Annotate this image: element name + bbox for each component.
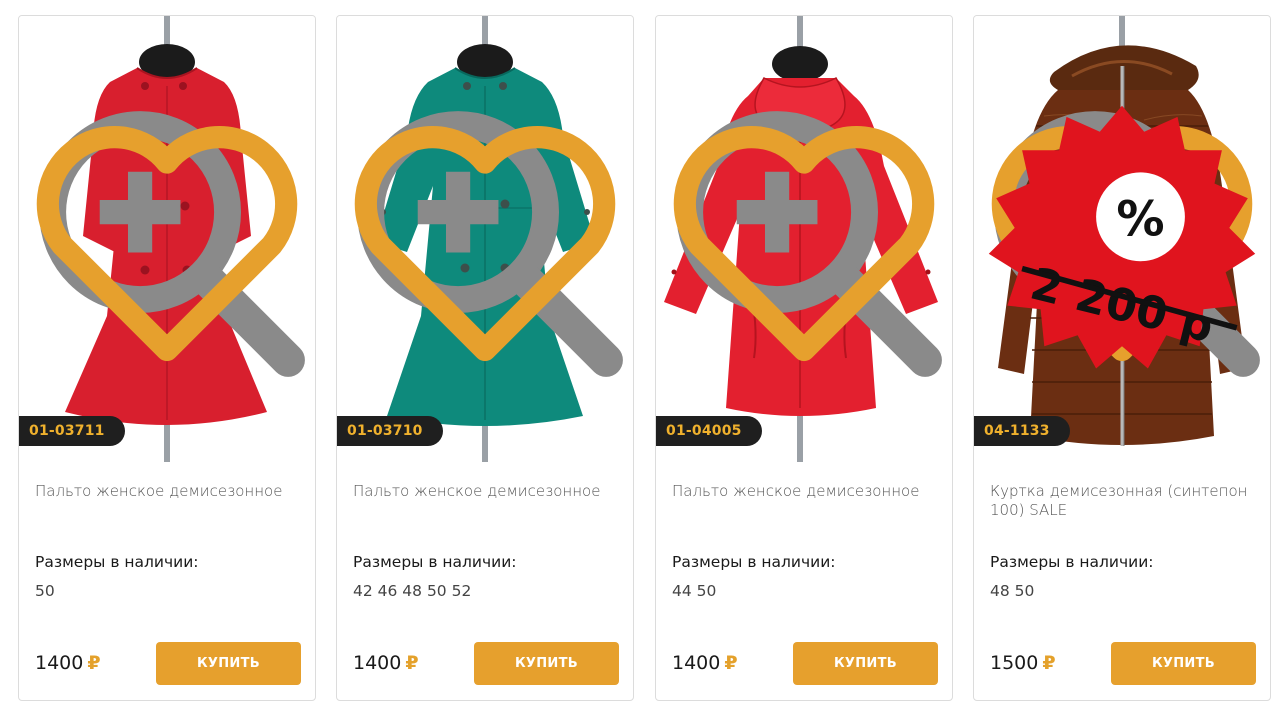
sizes-value: 50	[35, 582, 55, 600]
sku-badge: 01-03711	[19, 416, 125, 446]
heart-icon[interactable]	[19, 16, 315, 462]
price-value: 1500	[990, 652, 1039, 674]
sizes-value: 48 50	[990, 582, 1035, 600]
buy-button[interactable]: КУПИТЬ	[156, 642, 301, 685]
sku-badge: 01-04005	[656, 416, 762, 446]
currency-icon: ₽	[1042, 652, 1056, 674]
price-value: 1400	[35, 652, 84, 674]
price-value: 1400	[353, 652, 402, 674]
product-image[interactable]: 01-03710	[337, 16, 633, 462]
buy-button[interactable]: КУПИТЬ	[793, 642, 938, 685]
sku-badge: 04-1133	[974, 416, 1070, 446]
product-card: % 2 200 р 04-1133 Куртка демисезонная (с…	[973, 15, 1271, 701]
product-title[interactable]: Пальто женское демисезонное	[672, 482, 942, 501]
buy-button[interactable]: КУПИТЬ	[474, 642, 619, 685]
price: 1400 ₽	[353, 652, 419, 674]
heart-icon[interactable]	[337, 16, 633, 462]
product-image[interactable]: % 2 200 р 04-1133	[974, 16, 1270, 462]
product-card: 01-04005 Пальто женское демисезонное Раз…	[655, 15, 953, 701]
product-image[interactable]: 01-04005	[656, 16, 952, 462]
product-image[interactable]: 01-03711	[19, 16, 315, 462]
sizes-label: Размеры в наличии:	[990, 553, 1154, 571]
price: 1400 ₽	[672, 652, 738, 674]
product-card: 01-03711 Пальто женское демисезонное Раз…	[18, 15, 316, 701]
percent-icon: %	[1116, 191, 1164, 247]
currency-icon: ₽	[87, 652, 101, 674]
currency-icon: ₽	[724, 652, 738, 674]
buy-button[interactable]: КУПИТЬ	[1111, 642, 1256, 685]
sale-badge: % 2 200 р	[988, 105, 1256, 369]
heart-icon[interactable]	[656, 16, 952, 462]
product-title[interactable]: Куртка демисезонная (синтепон 100) SALE	[990, 482, 1260, 520]
sizes-value: 44 50	[672, 582, 717, 600]
price: 1400 ₽	[35, 652, 101, 674]
sku-badge: 01-03710	[337, 416, 443, 446]
product-title[interactable]: Пальто женское демисезонное	[35, 482, 305, 501]
price-value: 1400	[672, 652, 721, 674]
price: 1500 ₽	[990, 652, 1056, 674]
sizes-label: Размеры в наличии:	[353, 553, 517, 571]
product-card: 01-03710 Пальто женское демисезонное Раз…	[336, 15, 634, 701]
product-title[interactable]: Пальто женское демисезонное	[353, 482, 623, 501]
sizes-label: Размеры в наличии:	[35, 553, 199, 571]
currency-icon: ₽	[405, 652, 419, 674]
sizes-label: Размеры в наличии:	[672, 553, 836, 571]
sizes-value: 42 46 48 50 52	[353, 582, 472, 600]
